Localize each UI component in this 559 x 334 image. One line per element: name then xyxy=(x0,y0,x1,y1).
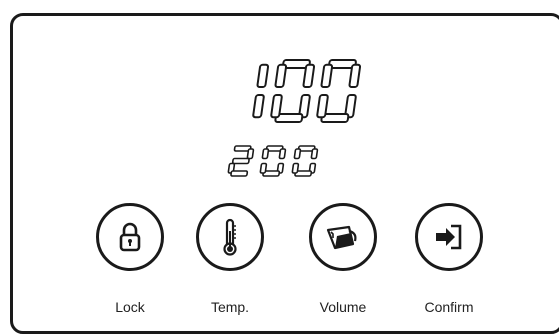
enter-icon xyxy=(436,224,462,250)
seven-segment-display xyxy=(0,0,559,190)
measuring-cup-icon xyxy=(326,225,357,250)
sub-digit xyxy=(291,145,319,177)
segment xyxy=(316,94,329,119)
main-digit xyxy=(270,59,316,123)
segment xyxy=(270,94,283,119)
segment xyxy=(246,148,255,160)
segment xyxy=(278,148,287,160)
segment xyxy=(231,157,250,165)
volume-label: Volume xyxy=(319,299,367,315)
main-digit xyxy=(252,63,270,119)
segment xyxy=(252,94,265,119)
confirm-label: Confirm xyxy=(424,299,474,315)
segment xyxy=(302,63,316,89)
lock-button[interactable] xyxy=(96,203,164,271)
temp-label: Temp. xyxy=(210,299,250,315)
temp-button[interactable] xyxy=(196,203,264,271)
segment xyxy=(230,170,249,177)
main-value-readout xyxy=(252,59,362,123)
lock-icon xyxy=(119,222,141,252)
segment xyxy=(293,148,302,160)
segment xyxy=(261,148,270,160)
confirm-button[interactable] xyxy=(415,203,483,271)
sub-digit xyxy=(259,145,287,177)
segment xyxy=(274,63,288,89)
lock-label: Lock xyxy=(115,299,145,315)
main-digit xyxy=(316,59,362,123)
volume-button[interactable] xyxy=(309,203,377,271)
segment xyxy=(256,63,270,89)
thermometer-icon xyxy=(223,218,237,256)
segment xyxy=(348,63,362,89)
secondary-value-readout xyxy=(227,145,319,177)
segment xyxy=(291,162,300,174)
segment xyxy=(259,162,268,174)
sub-digit xyxy=(227,145,255,177)
segment xyxy=(320,63,334,89)
segment xyxy=(310,148,319,160)
